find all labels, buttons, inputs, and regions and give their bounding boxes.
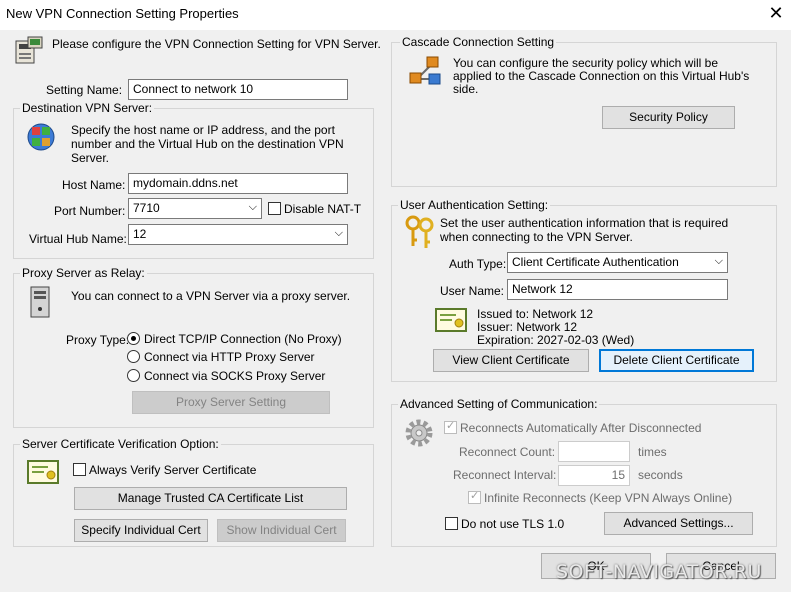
intro-text: Please configure the VPN Connection Sett… xyxy=(52,37,381,51)
proxy-description: You can connect to a VPN Server via a pr… xyxy=(71,289,351,303)
always-verify-checkbox[interactable] xyxy=(73,463,86,476)
always-verify-label: Always Verify Server Certificate xyxy=(89,463,257,477)
auto-reconnect-checkbox[interactable] xyxy=(444,419,457,434)
no-tls-checkbox[interactable] xyxy=(445,517,458,530)
auth-description: Set the user authentication information … xyxy=(440,216,729,244)
setting-name-label: Setting Name: xyxy=(46,83,123,97)
client-certificate-icon xyxy=(435,307,467,333)
setting-name-input[interactable]: Connect to network 10 xyxy=(128,79,348,100)
reconnect-interval-label: Reconnect Interval: xyxy=(453,468,557,482)
show-cert-button[interactable]: Show Individual Cert xyxy=(217,519,346,542)
proxy-socks-label: Connect via SOCKS Proxy Server xyxy=(144,369,326,383)
globe-network-icon xyxy=(25,121,57,153)
proxy-server-setting-button[interactable]: Proxy Server Setting xyxy=(132,391,330,414)
view-client-cert-button[interactable]: View Client Certificate xyxy=(433,349,589,372)
issuer-text: Issuer: Network 12 xyxy=(477,320,578,334)
infinite-reconnect-label: Infinite Reconnects (Keep VPN Always Onl… xyxy=(484,491,733,505)
proxy-socks-radio[interactable] xyxy=(127,369,140,382)
port-number-value: 7710 xyxy=(133,201,160,215)
proxy-http-radio[interactable] xyxy=(127,350,140,363)
no-tls-label: Do not use TLS 1.0 xyxy=(461,517,565,531)
chevron-down-icon: ⌵ xyxy=(714,255,723,267)
gear-icon xyxy=(403,417,435,449)
auth-type-value: Client Certificate Authentication xyxy=(512,255,679,269)
user-name-input[interactable]: Network 12 xyxy=(507,279,728,300)
reconnect-count-unit: times xyxy=(638,445,667,459)
reconnect-count-label: Reconnect Count: xyxy=(459,445,556,459)
cascade-description: You can configure the security policy wh… xyxy=(453,56,750,96)
port-number-label: Port Number: xyxy=(54,204,126,218)
cascade-group-label: Cascade Connection Setting xyxy=(400,35,557,49)
advanced-group-label: Advanced Setting of Communication: xyxy=(398,397,600,411)
server-cert-group-label: Server Certificate Verification Option: xyxy=(20,437,221,451)
computer-icon xyxy=(13,35,45,67)
infinite-reconnect-checkbox[interactable] xyxy=(468,489,481,504)
window-title: New VPN Connection Setting Properties xyxy=(6,6,239,21)
certificate-icon xyxy=(27,459,59,485)
virtual-hub-select[interactable]: 12 ⌵ xyxy=(128,224,348,245)
auth-group-label: User Authentication Setting: xyxy=(398,198,551,212)
auth-type-select[interactable]: Client Certificate Authentication ⌵ xyxy=(507,252,728,273)
auth-type-label: Auth Type: xyxy=(449,257,507,271)
chevron-down-icon: ⌵ xyxy=(248,201,257,213)
close-button[interactable]: ✕ xyxy=(766,3,786,23)
auto-reconnect-label: Reconnects Automatically After Disconnec… xyxy=(460,421,702,435)
expiration-text: Expiration: 2027-02-03 (Wed) xyxy=(477,333,635,347)
port-number-select[interactable]: 7710 ⌵ xyxy=(128,198,262,219)
advanced-settings-button[interactable]: Advanced Settings... xyxy=(604,512,753,535)
host-name-label: Host Name: xyxy=(62,178,126,192)
reconnect-interval-input[interactable]: 15 xyxy=(558,465,630,486)
proxy-direct-label: Direct TCP/IP Connection (No Proxy) xyxy=(144,332,342,346)
security-policy-button[interactable]: Security Policy xyxy=(602,106,735,129)
chevron-down-icon: ⌵ xyxy=(334,227,343,239)
disable-nat-checkbox[interactable] xyxy=(268,202,281,215)
proxy-direct-radio[interactable] xyxy=(127,332,140,345)
reconnect-count-input[interactable] xyxy=(558,441,630,462)
virtual-hub-label: Virtual Hub Name: xyxy=(29,232,127,246)
destination-description: Specify the host name or IP address, and… xyxy=(71,123,344,165)
proxy-http-label: Connect via HTTP Proxy Server xyxy=(144,350,315,364)
virtual-hub-value: 12 xyxy=(133,227,147,241)
host-name-input[interactable]: mydomain.ddns.net xyxy=(128,173,348,194)
network-nodes-icon xyxy=(407,55,443,87)
proxy-group-label: Proxy Server as Relay: xyxy=(20,266,147,280)
user-name-label: User Name: xyxy=(440,284,505,298)
delete-client-cert-button[interactable]: Delete Client Certificate xyxy=(599,349,754,372)
proxy-type-label: Proxy Type: xyxy=(66,333,130,347)
keys-icon xyxy=(403,214,437,250)
server-icon xyxy=(27,285,55,319)
issued-to-text: Issued to: Network 12 xyxy=(477,307,594,321)
watermark-text: SOFT-NAVIGATOR.RU xyxy=(556,561,762,583)
reconnect-interval-unit: seconds xyxy=(638,468,683,482)
manage-ca-button[interactable]: Manage Trusted CA Certificate List xyxy=(74,487,347,510)
disable-nat-label: Disable NAT-T xyxy=(284,202,362,216)
specify-cert-button[interactable]: Specify Individual Cert xyxy=(74,519,208,542)
destination-group-label: Destination VPN Server: xyxy=(20,101,155,115)
